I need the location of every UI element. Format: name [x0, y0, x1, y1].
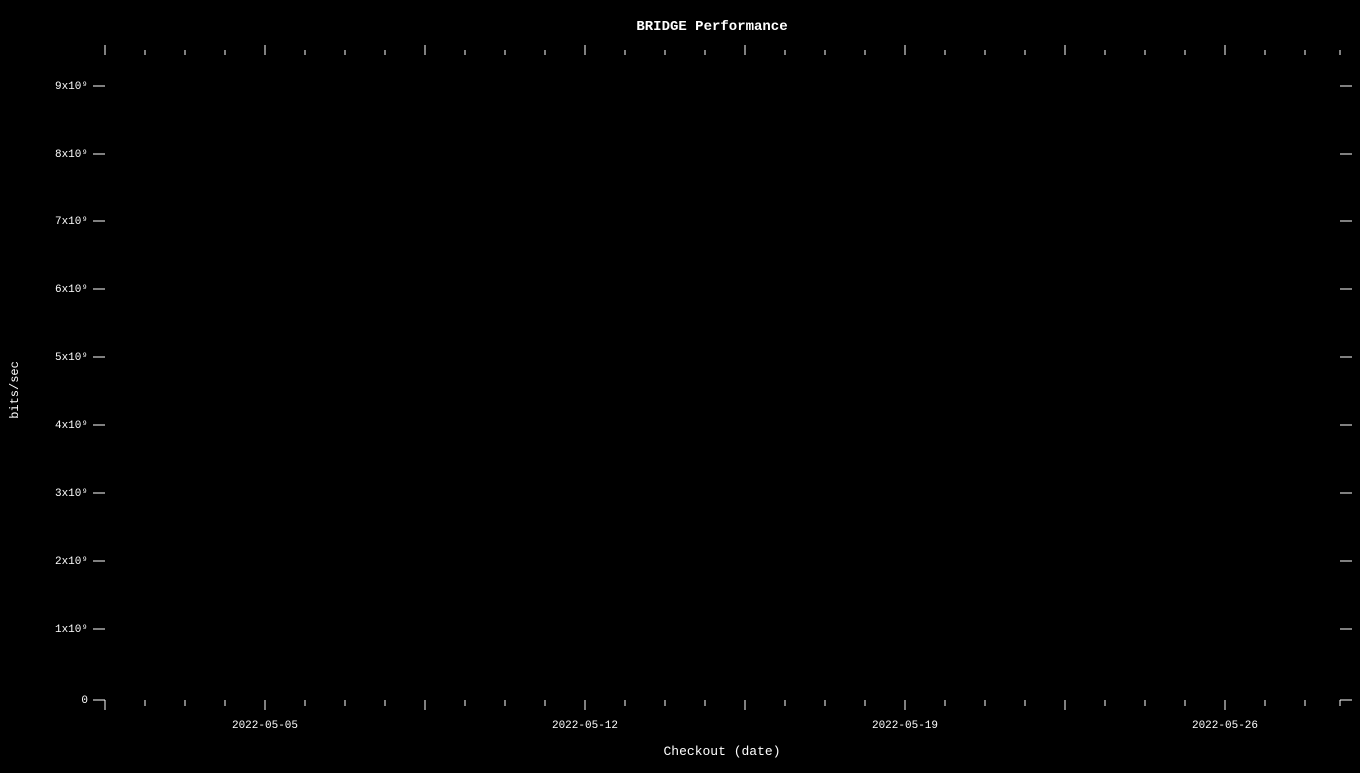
x-tick-label-3: 2022-05-19	[872, 720, 938, 732]
x-tick-label-2: 2022-05-12	[552, 720, 618, 732]
svg-text:0: 0	[81, 695, 88, 707]
x-tick-label-4: 2022-05-26	[1192, 720, 1258, 732]
svg-text:3x10⁹: 3x10⁹	[55, 488, 88, 500]
x-axis-label: Checkout (date)	[663, 744, 780, 759]
chart-container: BRIDGE Performance	[0, 0, 1360, 768]
svg-text:2x10⁹: 2x10⁹	[55, 556, 88, 568]
svg-text:9x10⁹: 9x10⁹	[55, 81, 88, 93]
x-tick-label-1: 2022-05-05	[232, 720, 298, 732]
chart-title: BRIDGE Performance	[636, 19, 787, 35]
svg-text:1x10⁹: 1x10⁹	[55, 624, 88, 636]
svg-text:7x10⁹: 7x10⁹	[55, 216, 88, 228]
y-axis-label: bits/sec	[8, 361, 22, 419]
svg-text:5x10⁹: 5x10⁹	[55, 352, 88, 364]
svg-text:8x10⁹: 8x10⁹	[55, 149, 88, 161]
svg-text:6x10⁹: 6x10⁹	[55, 284, 88, 296]
svg-text:4x10⁹: 4x10⁹	[55, 420, 88, 432]
